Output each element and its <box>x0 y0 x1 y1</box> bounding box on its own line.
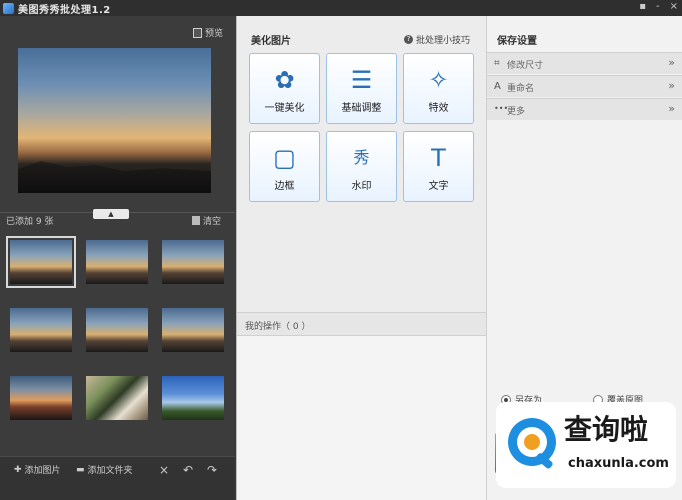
add-folder-button[interactable]: ▬ 添加文件夹 <box>76 463 133 477</box>
chevron-right-icon: » <box>668 56 675 69</box>
center-panel: 美化图片 ? 批处理小技巧 ✿ 一键美化 ☰ 基础调整 ✧ 特效 ▢ 边框 秀 … <box>236 16 487 500</box>
add-folder-label: 添加文件夹 <box>87 466 133 476</box>
tool-label: 一键美化 <box>264 103 305 114</box>
added-count: 已添加 9 张 <box>6 217 54 227</box>
collapse-preview-button[interactable]: ▲ <box>93 209 129 219</box>
more-row[interactable]: ••• 更多 » <box>487 98 682 120</box>
resize-row[interactable]: ⌗ 修改尺寸 » <box>487 52 682 74</box>
tool-label: 基础调整 <box>341 103 382 114</box>
site-watermark: 查询啦 chaxunla.com <box>496 402 676 488</box>
crop-icon: ⌗ <box>494 58 500 69</box>
rename-icon: A <box>494 81 501 92</box>
beautify-title: 美化图片 <box>251 36 291 47</box>
chevron-right-icon: » <box>668 102 675 115</box>
tips-link[interactable]: ? 批处理小技巧 <box>403 33 470 46</box>
thumbnail[interactable] <box>10 308 72 352</box>
left-bottom-toolbar: ✚ 添加图片 ▬ 添加文件夹 × ↶ ↷ <box>0 456 235 500</box>
rename-row[interactable]: A 重命名 » <box>487 75 682 97</box>
row-label: 更多 <box>507 107 526 117</box>
tulip-icon: ✿ <box>274 66 295 94</box>
chevron-right-icon: » <box>668 79 675 92</box>
tool-text[interactable]: T 文字 <box>403 131 474 202</box>
help-icon: ? <box>403 35 413 44</box>
trash-icon <box>191 216 200 225</box>
watermark-icon: 秀 <box>353 148 370 167</box>
preview-label: 预览 <box>204 29 223 39</box>
row-label: 重命名 <box>507 84 535 94</box>
tool-effects[interactable]: ✧ 特效 <box>403 53 474 124</box>
clear-label: 清空 <box>202 217 221 227</box>
tool-border[interactable]: ▢ 边框 <box>249 131 320 202</box>
app-icon <box>3 2 14 14</box>
thumbnail[interactable] <box>86 240 148 284</box>
thumbnail[interactable] <box>10 376 72 420</box>
window-controls: ▪ - × <box>639 1 678 12</box>
tool-label: 文字 <box>428 181 449 192</box>
minimize-icon[interactable]: - <box>656 1 660 12</box>
delete-icon[interactable]: × <box>159 463 169 477</box>
close-icon[interactable]: × <box>670 1 678 12</box>
clear-button[interactable]: 清空 <box>191 214 221 227</box>
frame-icon: ▢ <box>273 144 296 172</box>
row-label: 修改尺寸 <box>507 61 544 71</box>
thumbnail[interactable] <box>162 376 224 420</box>
title-bar: 美图秀秀批处理1.2 ▪ - × <box>0 0 682 16</box>
document-icon <box>192 27 202 38</box>
preview-image <box>18 48 211 193</box>
skin-icon[interactable]: ▪ <box>639 1 646 12</box>
magnifier-logo-icon <box>508 418 556 469</box>
redo-icon[interactable]: ↷ <box>207 463 217 477</box>
tool-watermark[interactable]: 秀 水印 <box>326 131 397 202</box>
window-title: 美图秀秀批处理1.2 <box>18 4 111 16</box>
tool-one-click-beautify[interactable]: ✿ 一键美化 <box>249 53 320 124</box>
add-photo-label: 添加图片 <box>24 466 61 476</box>
thumbnail-grid <box>6 236 228 432</box>
add-photo-button[interactable]: ✚ 添加图片 <box>14 463 61 477</box>
tips-label: 批处理小技巧 <box>415 36 470 46</box>
sliders-icon: ☰ <box>350 66 373 94</box>
operations-list <box>237 336 487 500</box>
tool-label: 特效 <box>428 103 449 114</box>
tool-label: 水印 <box>351 181 372 192</box>
thumbnail[interactable] <box>86 308 148 352</box>
thumbnail[interactable] <box>162 240 224 284</box>
preview-image-hills <box>18 161 211 193</box>
watermark-cn: 查询啦 <box>564 413 649 446</box>
thumbnail[interactable] <box>162 308 224 352</box>
preview-button[interactable]: 预览 <box>192 26 223 39</box>
thumbnail[interactable] <box>6 236 76 288</box>
folder-icon: ▬ <box>76 464 85 475</box>
my-operations-label: 我的操作（ 0 ） <box>245 322 311 332</box>
undo-icon[interactable]: ↶ <box>183 463 193 477</box>
left-panel: 预览 ▲ 已添加 9 张 清空 ✚ 添加图片 ▬ 添加文件夹 × ↶ ↷ <box>0 16 235 500</box>
watermark-en: chaxunla.com <box>568 456 669 471</box>
tool-basic-adjust[interactable]: ☰ 基础调整 <box>326 53 397 124</box>
tool-label: 边框 <box>274 181 295 192</box>
save-settings-title: 保存设置 <box>497 36 537 47</box>
thumbnail[interactable] <box>86 376 148 420</box>
my-operations-bar: 我的操作（ 0 ） <box>237 312 487 336</box>
plus-icon: ✚ <box>14 464 22 475</box>
magic-wand-icon: ✧ <box>428 66 449 94</box>
text-icon: T <box>431 144 446 172</box>
